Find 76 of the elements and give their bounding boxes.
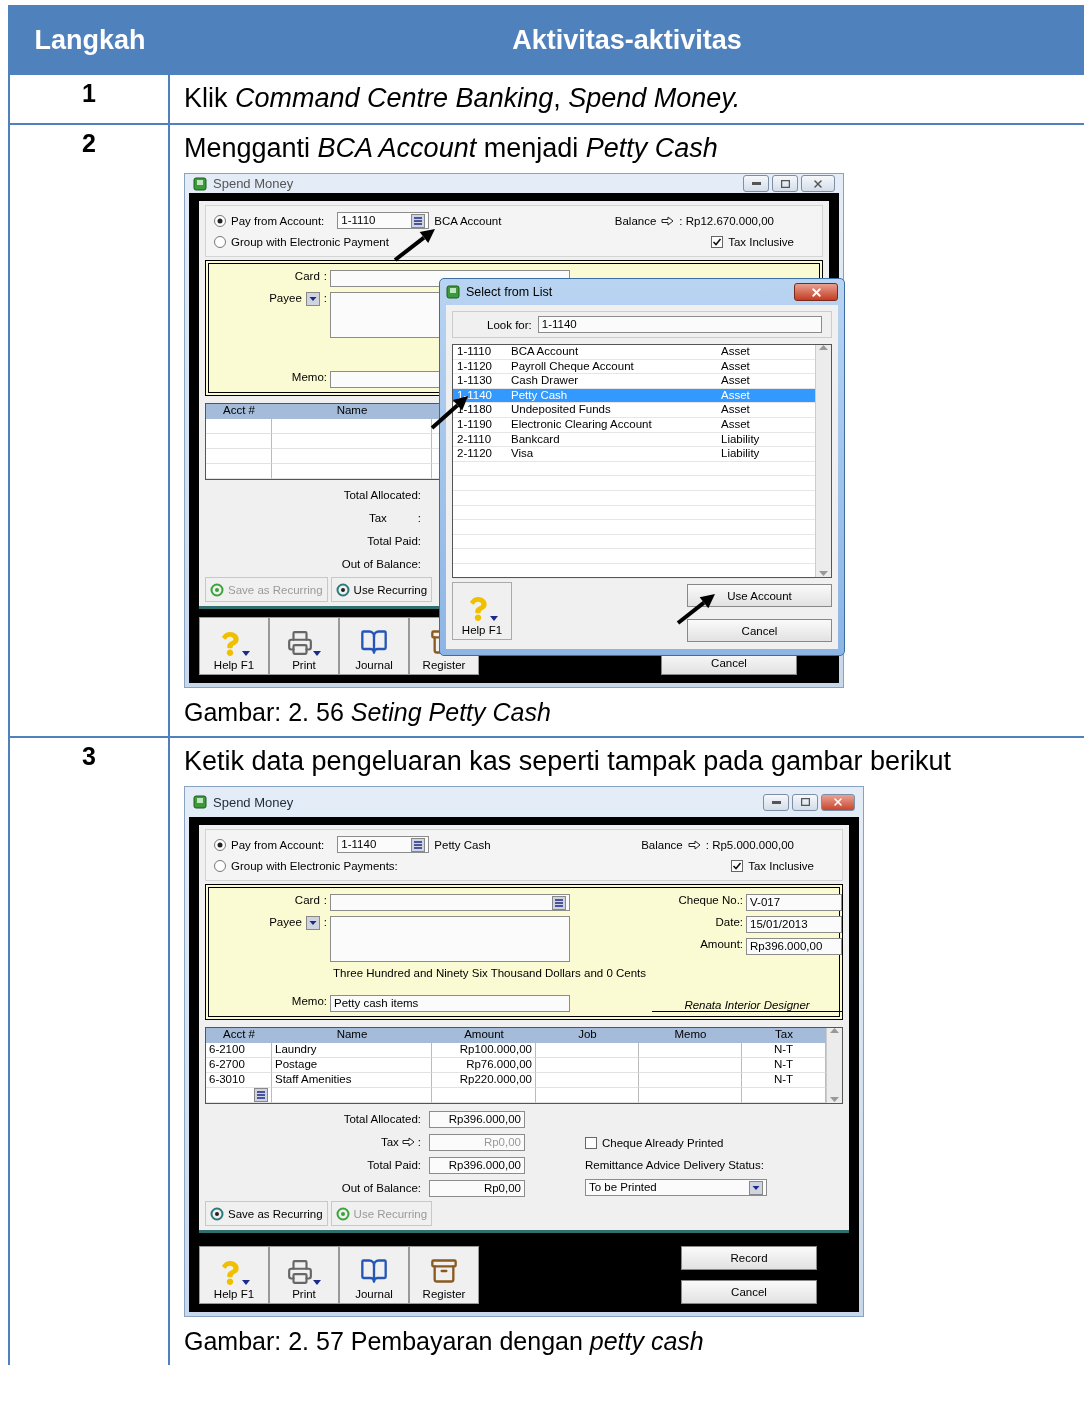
column-header: Name [272, 404, 432, 419]
step-number: 2 [82, 129, 96, 159]
separator: : [323, 894, 327, 906]
table-cell: Rp220.000,00 [432, 1073, 536, 1088]
total-value: Rp396.000,00 [429, 1110, 525, 1128]
option-label: Group with Electronic Payments: [231, 859, 398, 872]
field-label: Memo: [291, 995, 327, 1007]
field-label: Payee [269, 916, 302, 928]
table-cell: Staff Amenities [272, 1073, 432, 1088]
total-value: Rp0,00 [429, 1133, 525, 1151]
option-label: Pay from Account: [231, 838, 325, 851]
column-header: Memo [639, 1028, 742, 1043]
total-label: Tax [368, 512, 387, 524]
column-header: Amount [432, 1028, 536, 1043]
separator: : [417, 1136, 421, 1148]
table-cell: Rp100.000,00 [432, 1043, 536, 1058]
instruction-text: Klik Command Centre Banking, Spend Money. [184, 82, 741, 115]
field-label: Cheque No.: [678, 894, 744, 906]
total-label: Out of Balance: [341, 558, 421, 570]
figure-caption: Gambar: 2. 57 Pembayaran dengan petty cash [184, 1326, 704, 1357]
field-label: Remittance Advice Delivery Status: [585, 1159, 765, 1171]
field-label: Date: [715, 916, 744, 928]
signature: Renata Interior Designer [652, 999, 843, 1012]
table-cell: N-T [742, 1073, 826, 1088]
table-cell: Rp76.000,00 [432, 1058, 536, 1073]
option-label: Group with Electronic Payment [231, 235, 389, 248]
column-header: Langkah [33, 23, 147, 57]
step-number: 1 [82, 79, 96, 109]
figure-caption: Gambar: 2. 56 Seting Petty Cash [184, 697, 551, 728]
separator: : [323, 916, 327, 928]
column-header: Tax [742, 1028, 826, 1043]
window-title: Spend Money [213, 176, 294, 191]
column-header: Job [536, 1028, 639, 1043]
checkbox-label: Cheque Already Printed [602, 1136, 724, 1149]
separator: : [323, 292, 327, 304]
total-label: Total Allocated: [343, 489, 421, 501]
instruction-text: Mengganti BCA Account menjadi Petty Cash [184, 132, 718, 165]
balance-value: : Rp12.670.000,00 [679, 214, 774, 227]
field-label: Memo: [291, 371, 327, 383]
instruction-text: Ketik data pengeluaran kas seperti tampak pada gambar berikut [184, 745, 951, 778]
window-title: Spend Money [213, 794, 294, 810]
account-name: Petty Cash [434, 838, 491, 851]
total-value: Rp396.000,00 [429, 1156, 525, 1174]
amount-in-words: Three Hundred and Ninety Six Thousand Dollars and 0 Cents [333, 967, 647, 979]
table-cell: Postage [272, 1058, 432, 1073]
checkbox-label: Tax Inclusive [728, 235, 794, 248]
dialog-title: Select from List [466, 285, 553, 299]
column-header: Acct # [206, 404, 272, 419]
total-label: Tax [380, 1136, 399, 1148]
field-label: Look for: [487, 318, 532, 331]
column-header: Acct # [206, 1028, 272, 1043]
field-label: Card [294, 894, 320, 906]
step-number: 3 [82, 742, 96, 772]
account-name: BCA Account [434, 214, 502, 227]
table-cell: N-T [742, 1058, 826, 1073]
field-label: Card [294, 270, 320, 282]
field-label: Payee [269, 292, 302, 304]
separator: : [417, 512, 421, 524]
option-label: Pay from Account: [231, 214, 325, 227]
table-cell: Laundry [272, 1043, 432, 1058]
checkbox-label: Tax Inclusive [748, 859, 814, 872]
table-cell: N-T [742, 1043, 826, 1058]
table-cell: 6-2700 [206, 1058, 272, 1073]
separator: : [323, 270, 327, 282]
table-cell: 6-2100 [206, 1043, 272, 1058]
column-header: Name [272, 1028, 432, 1043]
total-value: Rp0,00 [429, 1179, 525, 1197]
balance-label: Balance [614, 214, 657, 227]
balance-label: Balance [641, 838, 683, 851]
balance-value: : Rp5.000.000,00 [705, 838, 794, 851]
field-label: Amount: [700, 938, 744, 950]
total-label: Out of Balance: [341, 1182, 421, 1194]
column-header: Aktivitas-aktivitas [511, 23, 743, 57]
total-label: Total Paid: [367, 1159, 421, 1171]
total-label: Total Paid: [367, 535, 421, 547]
total-label: Total Allocated: [343, 1113, 421, 1125]
